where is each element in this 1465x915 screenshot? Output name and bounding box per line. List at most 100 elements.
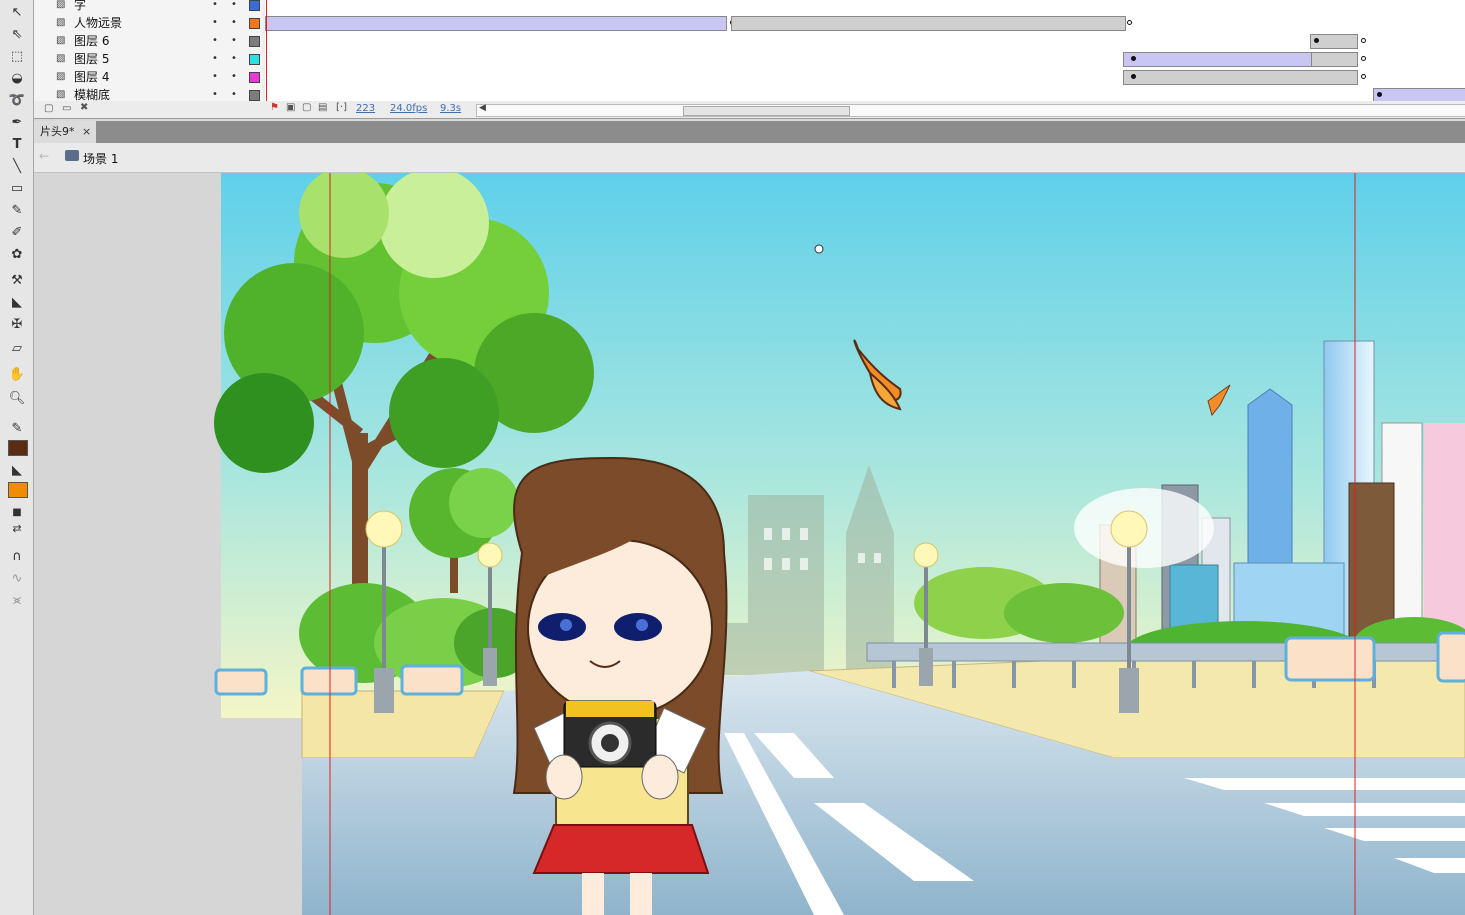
center-frame-icon[interactable]: ⚑ xyxy=(270,102,279,113)
hand-tool-icon[interactable]: ✋ xyxy=(6,364,28,384)
brush-tool-icon[interactable]: ✐ xyxy=(6,222,28,242)
motion-tween-span[interactable] xyxy=(265,16,727,31)
document-tab[interactable]: 片头9* × xyxy=(34,121,96,143)
layer-name: 字 xyxy=(74,0,87,12)
outline-color-swatch[interactable] xyxy=(249,54,260,65)
straighten-icon[interactable]: ⪤ xyxy=(6,590,28,610)
layer-frames[interactable] xyxy=(265,32,1465,50)
empty-keyframe-marker[interactable] xyxy=(1361,74,1366,79)
registration-point xyxy=(814,244,824,254)
lock-dot-icon[interactable]: • xyxy=(231,0,237,14)
onion-skin-icon[interactable]: ▣ xyxy=(286,102,295,113)
empty-keyframe-marker[interactable] xyxy=(1361,38,1366,43)
layer-frames[interactable] xyxy=(265,14,1465,32)
back-arrow-icon[interactable]: ← xyxy=(39,149,49,163)
outline-color-swatch[interactable] xyxy=(249,36,260,47)
scrollbar-thumb[interactable] xyxy=(683,106,850,116)
outline-color-swatch[interactable] xyxy=(249,0,260,11)
layer-row[interactable]: ▧ 图层 4 • • xyxy=(34,68,1465,87)
subselection-tool-icon[interactable]: ⇖ xyxy=(6,24,28,44)
lock-dot-icon[interactable]: • xyxy=(231,14,237,32)
frame-span[interactable] xyxy=(731,16,1126,31)
onion-outline-icon[interactable]: ▢ xyxy=(302,102,311,113)
smooth-icon[interactable]: ∿ xyxy=(6,568,28,588)
layer-row[interactable]: ▧ 图层 5 • • xyxy=(34,50,1465,69)
text-tool-icon[interactable]: T xyxy=(6,134,28,154)
lock-dot-icon[interactable]: • xyxy=(231,68,237,86)
stage-artwork[interactable] xyxy=(34,173,1465,915)
new-layer-icon[interactable]: ▢ xyxy=(44,103,53,114)
selection-tool-icon[interactable]: ↖ xyxy=(6,2,28,22)
edit-bar: ← 场景 1 xyxy=(34,143,1465,173)
layer-name-cell[interactable]: ▧ 图层 5 • • xyxy=(34,50,262,68)
visibility-dot-icon[interactable]: • xyxy=(212,68,218,86)
visibility-dot-icon[interactable]: • xyxy=(212,14,218,32)
layer-name: 图层 5 xyxy=(74,52,110,66)
timeline-footer: ▢ ▭ ✖ ⚑ ▣ ▢ ▤ [·] 223 24.0fps 9.3s ◀ xyxy=(34,101,1465,118)
rectangle-tool-icon[interactable]: ▭ xyxy=(6,178,28,198)
layer-row[interactable]: ▧ 图层 6 • • xyxy=(34,32,1465,51)
edit-multiple-frames-icon[interactable]: ▤ xyxy=(318,102,327,113)
close-tab-icon[interactable]: × xyxy=(82,121,91,143)
layer-row[interactable]: ▧ 人物远景 • • xyxy=(34,14,1465,33)
current-frame[interactable]: 223 xyxy=(356,103,375,114)
3d-rotation-tool-icon[interactable]: ◒ xyxy=(6,68,28,88)
keyframe-marker[interactable] xyxy=(1131,56,1136,61)
visibility-dot-icon[interactable]: • xyxy=(212,50,218,68)
layer-icon: ▧ xyxy=(56,0,66,10)
lock-dot-icon[interactable]: • xyxy=(231,50,237,68)
new-folder-icon[interactable]: ▭ xyxy=(62,103,71,114)
delete-layer-icon[interactable]: ✖ xyxy=(80,102,88,113)
motion-tween-span[interactable] xyxy=(1123,52,1312,67)
layer-name: 人物远景 xyxy=(74,16,123,30)
frame-rate[interactable]: 24.0fps xyxy=(390,103,427,114)
stage-pasteboard[interactable] xyxy=(34,173,1465,915)
frame-span[interactable] xyxy=(1123,70,1358,85)
layer-icon: ▧ xyxy=(56,17,66,28)
stroke-color-swatch[interactable] xyxy=(8,440,28,456)
keyframe-marker[interactable] xyxy=(1131,74,1136,79)
layer-name-cell[interactable]: ▧ 图层 6 • • xyxy=(34,32,262,50)
layer-icon: ▧ xyxy=(56,71,66,82)
outline-color-swatch[interactable] xyxy=(249,18,260,29)
eraser-tool-icon[interactable]: ▱ xyxy=(6,338,28,358)
outline-color-swatch[interactable] xyxy=(249,72,260,83)
empty-keyframe-marker[interactable] xyxy=(1127,20,1132,25)
lock-dot-icon[interactable]: • xyxy=(231,32,237,50)
layer-frames[interactable] xyxy=(265,0,1465,14)
deco-tool-icon[interactable]: ✿ xyxy=(6,244,28,264)
bone-tool-icon[interactable]: ⚒ xyxy=(6,270,28,290)
playhead[interactable] xyxy=(266,0,267,101)
pencil-tool-icon[interactable]: ✎ xyxy=(6,200,28,220)
visibility-dot-icon[interactable]: • xyxy=(212,32,218,50)
fill-color-swatch[interactable] xyxy=(8,482,28,498)
modify-markers-icon[interactable]: [·] xyxy=(336,102,347,113)
paint-bucket-tool-icon[interactable]: ◣ xyxy=(6,292,28,312)
swap-colors-icon[interactable]: ⇄ xyxy=(6,518,28,538)
layer-name-cell[interactable]: ▧ 字 • • xyxy=(34,0,262,14)
zoom-tool-icon[interactable]: 🔍︎ xyxy=(6,388,28,408)
frame-span[interactable] xyxy=(1311,52,1358,67)
layer-icon: ▧ xyxy=(56,35,66,46)
layer-name-cell[interactable]: ▧ 图层 4 • • xyxy=(34,68,262,86)
empty-keyframe-marker[interactable] xyxy=(1361,56,1366,61)
lasso-tool-icon[interactable]: ➰ xyxy=(6,90,28,110)
outline-color-swatch[interactable] xyxy=(249,90,260,101)
line-tool-icon[interactable]: ╲ xyxy=(6,156,28,176)
visibility-dot-icon[interactable]: • xyxy=(212,0,218,14)
free-transform-tool-icon[interactable]: ⬚ xyxy=(6,46,28,66)
layer-name-cell[interactable]: ▧ 人物远景 • • xyxy=(34,14,262,32)
pen-tool-icon[interactable]: ✒ xyxy=(6,112,28,132)
keyframe-marker[interactable] xyxy=(1314,38,1319,43)
eyedropper-tool-icon[interactable]: ✠ xyxy=(6,314,28,334)
timeline-scrollbar[interactable]: ◀ xyxy=(476,103,1465,117)
scroll-left-arrow-icon[interactable]: ◀ xyxy=(479,103,486,113)
snap-to-objects-icon[interactable]: ∩ xyxy=(6,546,28,566)
fill-color-bucket-icon: ◣ xyxy=(12,462,22,478)
scene-icon xyxy=(65,150,79,161)
breadcrumb-scene[interactable]: 场景 1 xyxy=(83,150,118,167)
layer-frames[interactable] xyxy=(265,50,1465,68)
layer-frames[interactable] xyxy=(265,68,1465,86)
keyframe-marker[interactable] xyxy=(1377,92,1382,97)
layer-row[interactable]: ▧ 字 • • xyxy=(34,0,1465,15)
